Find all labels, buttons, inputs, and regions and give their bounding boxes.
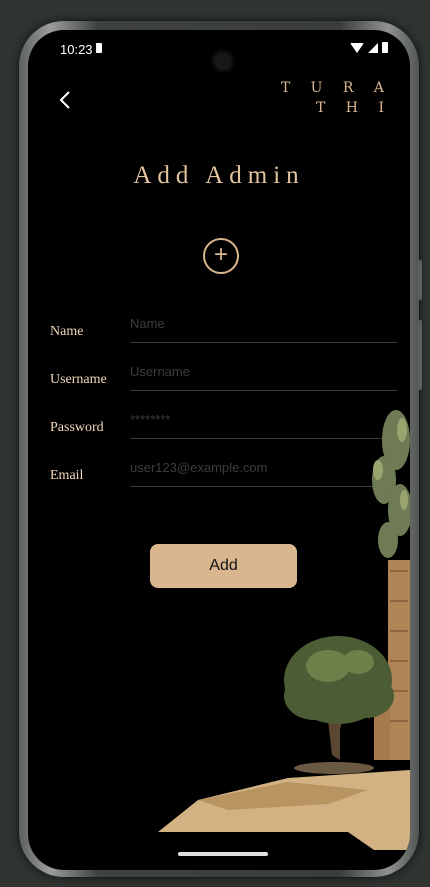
chevron-left-icon [59,91,70,109]
status-time: 10:23 [60,42,93,57]
logo-line-2: T H I [316,100,392,116]
front-camera [214,52,232,70]
page-title: Add Admin [133,162,305,189]
power-button [418,320,422,390]
notification-icon [96,43,102,53]
username-label: Username [50,372,107,387]
signal-icon [368,42,378,53]
status-icons [350,42,388,53]
battery-icon [382,42,388,53]
app-logo: T U R A T H I [281,78,392,118]
olive-tree-illustration [158,410,410,850]
name-label: Name [50,324,84,339]
username-field[interactable]: Username [130,362,397,391]
add-photo-button[interactable]: + [203,238,239,274]
plus-icon: + [213,241,228,268]
logo-line-1: T U R A [280,80,392,96]
wifi-icon [350,42,364,53]
home-indicator[interactable] [178,852,268,856]
back-button[interactable] [54,88,78,112]
volume-button [418,260,422,300]
screen: 10:23 T U R A T H I Add Admin + Name Nam… [28,30,410,870]
name-field[interactable]: Name [130,314,397,343]
